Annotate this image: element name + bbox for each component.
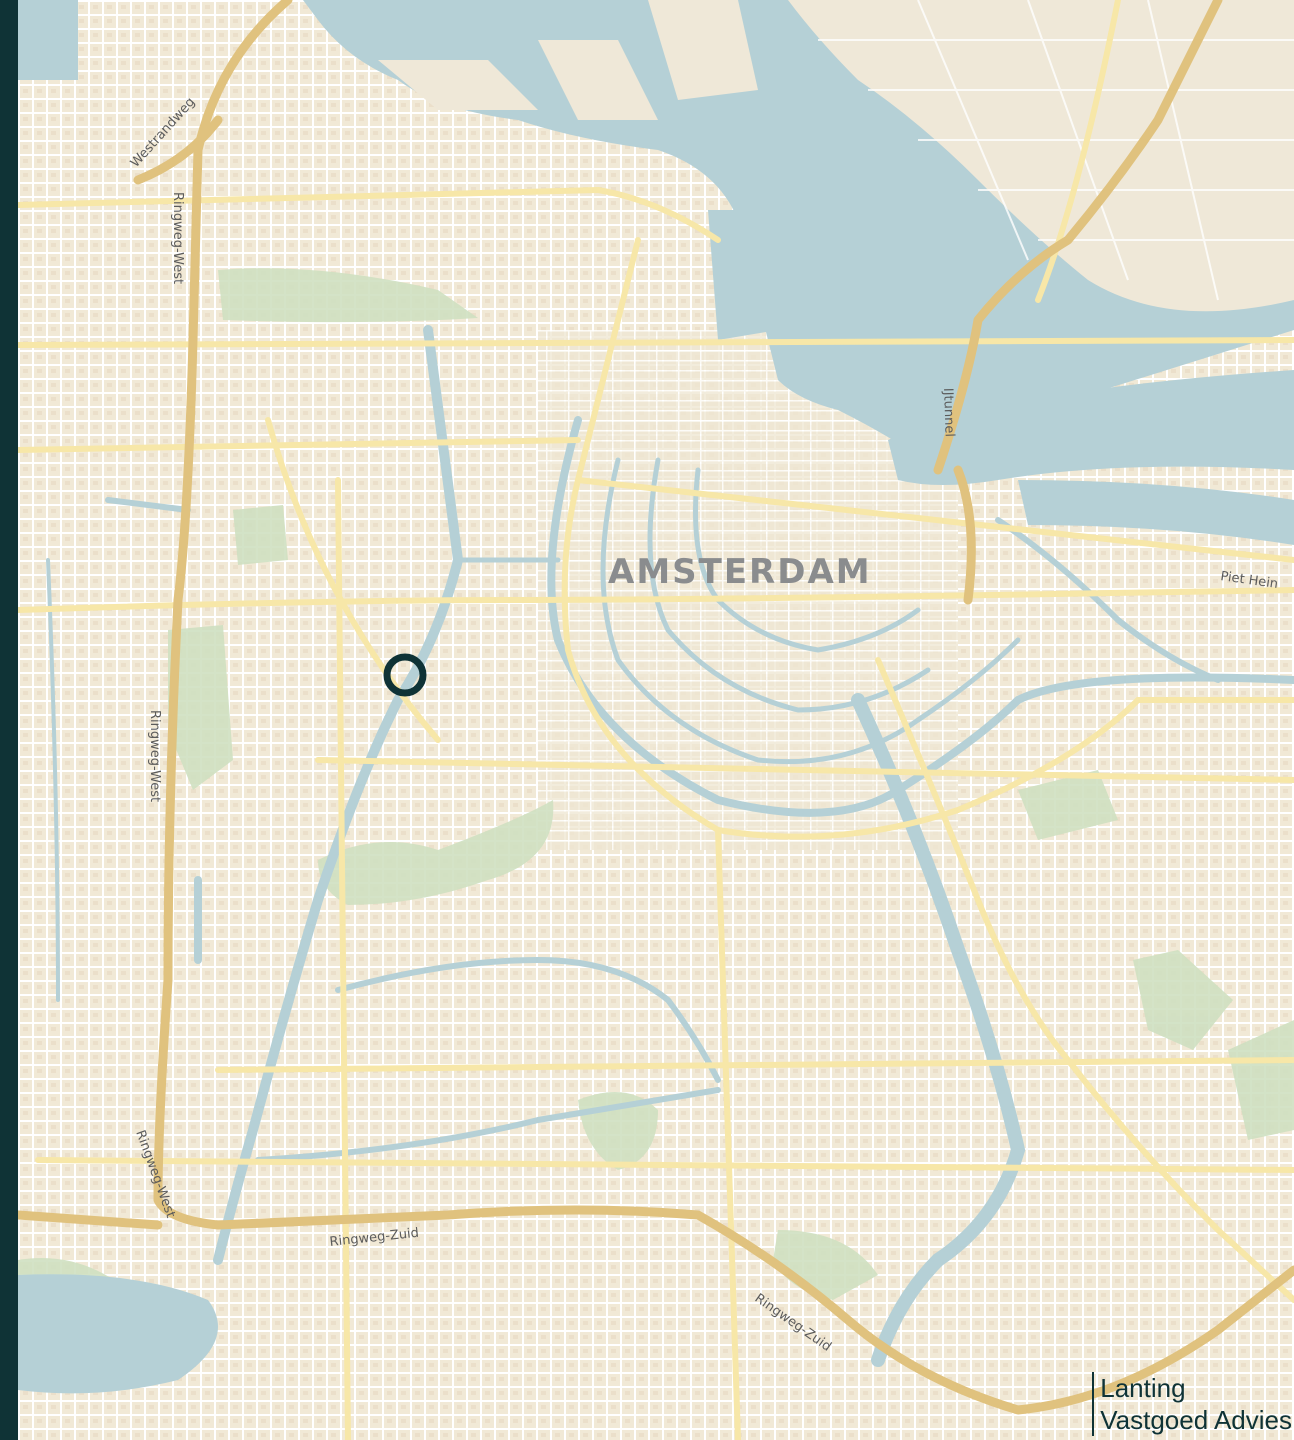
map-svg[interactable]: Westrandweg Ringweg-West Ringweg-West Ri…: [18, 0, 1294, 1440]
road-label-ijtunnel: IJtunnel: [940, 388, 957, 438]
map-canvas[interactable]: Westrandweg Ringweg-West Ringweg-West Ri…: [18, 0, 1294, 1440]
road-label-ringweg-west-1: Ringweg-West: [170, 192, 185, 284]
brand-line-1: Lanting: [1100, 1373, 1186, 1403]
city-label: AMSTERDAM: [608, 552, 872, 592]
brand-logo: Lanting Vastgoed Advies: [1092, 1372, 1292, 1436]
road-label-ringweg-west-2: Ringweg-West: [147, 710, 162, 802]
left-accent-bar: [0, 0, 18, 1440]
map-screen: Westrandweg Ringweg-West Ringweg-West Ri…: [0, 0, 1294, 1440]
brand-line-2: Vastgoed Advies: [1100, 1405, 1292, 1435]
